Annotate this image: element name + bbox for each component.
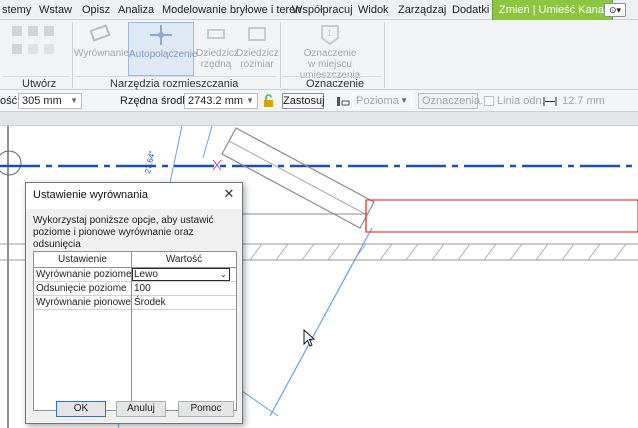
leader-label: Linia odn.	[497, 95, 545, 107]
apply-button[interactable]: Zastosuj	[282, 93, 325, 109]
chevron-down-icon: ▼	[246, 96, 254, 105]
grid-header-value: Wartość	[132, 252, 236, 268]
ribbon: Utwórz Wyrównanie Autopołączenie Dziedzi…	[0, 20, 638, 90]
tab-manage[interactable]: Zarządzaj	[398, 0, 446, 20]
justify-icon	[89, 24, 111, 42]
dimension-icon	[543, 97, 557, 106]
dialog-description: Wykorzystaj poniższe opcje, aby ustawić …	[33, 215, 214, 250]
create-tools	[6, 24, 64, 72]
dialog-body: Wykorzystaj poniższe opcje, aby ustawić …	[26, 209, 242, 423]
panel-label-create: Utwórz	[22, 78, 57, 90]
justify-button[interactable]: Wyrównanie	[74, 22, 129, 76]
offset-value: 2743.2 mm	[188, 95, 244, 107]
view-separator	[0, 112, 638, 126]
auto-connect-label: Autopołączenie	[129, 49, 198, 60]
tag-on-placement-label-line1: Oznaczenie	[303, 48, 357, 59]
row-setting: Wyrównanie poziome	[36, 269, 132, 280]
reference-line	[202, 126, 213, 159]
create-tools-icon	[12, 26, 54, 54]
tags-button-label: Oznaczenia...	[422, 95, 490, 107]
row-setting: Odsunięcie poziome	[36, 283, 127, 294]
auto-connect-button[interactable]: Autopołączenie	[128, 22, 198, 76]
row-value[interactable]: 100	[134, 282, 151, 295]
row-value[interactable]: Środek	[134, 296, 166, 309]
justify-label: Wyrównanie	[74, 48, 129, 59]
tag-orientation-value: Pozioma	[356, 95, 399, 107]
tags-button[interactable]: Oznaczenia...	[418, 93, 489, 109]
cancel-button[interactable]: Anuluj	[116, 401, 166, 417]
inherit-size-icon	[248, 27, 266, 41]
row-setting: Wyrównanie pionowe	[36, 297, 131, 308]
table-row[interactable]: Wyrównanie pionowe Środek	[34, 296, 236, 310]
tag-icon: 1	[321, 25, 339, 46]
tag-orientation-dropdown[interactable]: Pozioma ▼	[352, 93, 412, 109]
inherit-elevation-button[interactable]: Dziedzicz rzędną	[196, 22, 239, 76]
alignment-dialog: Ustawienie wyrównania ✕ Wykorzystaj poni…	[25, 182, 243, 424]
apply-label: Zastosuj	[283, 95, 325, 107]
lock-icon[interactable]	[263, 94, 275, 108]
tag-icon	[337, 97, 350, 106]
grid-bubble	[0, 150, 22, 176]
inherit-size-button[interactable]: Dziedzicz rozmiar	[236, 22, 279, 76]
width-dropdown[interactable]: 305 mm ▼	[18, 93, 82, 109]
chevron-down-icon[interactable]: ⊙▾	[604, 3, 626, 17]
inherit-elevation-label-line2: rzędną	[200, 59, 232, 70]
arrow-cursor-icon	[303, 328, 316, 347]
dialog-title: Ustawienie wyrównania	[33, 189, 148, 201]
ok-button[interactable]: OK	[56, 401, 106, 417]
auto-connect-icon	[150, 25, 172, 45]
tab-collaborate[interactable]: Współpracuj	[292, 0, 353, 20]
tab-insert[interactable]: Wstaw	[39, 0, 72, 20]
leader-checkbox[interactable]	[484, 96, 494, 106]
close-icon[interactable]: ✕	[222, 186, 236, 202]
tab-systems[interactable]: stemy	[2, 0, 31, 20]
row-value: Lewo	[134, 269, 158, 280]
ribbon-tab-bar: stemy Wstaw Opisz Analiza Modelowanie br…	[0, 0, 638, 20]
table-row[interactable]: Wyrównanie poziome Lewo ⌄	[34, 268, 236, 282]
tag-on-placement-button[interactable]: 1 Oznaczenie w miejscu umieszczenia	[282, 22, 378, 81]
tab-annotate[interactable]: Opisz	[82, 0, 110, 20]
tab-addins[interactable]: Dodatki	[452, 0, 489, 20]
placed-duct	[365, 199, 638, 233]
options-bar: ość: 305 mm ▼ Rzędna środka: 2743.2 mm ▼…	[0, 90, 638, 112]
panel-label-placement-tools: Narzędzia rozmieszczania	[110, 78, 239, 90]
width-value: 305 mm	[22, 95, 62, 107]
tab-modify-place-duct[interactable]: Zmień | Umieść Kanał	[492, 0, 614, 20]
settings-grid: Ustawienie Wartość Wyrównanie poziome Le…	[33, 251, 237, 411]
offset-dropdown[interactable]: 2743.2 mm ▼	[184, 93, 258, 109]
panel-label-tag: Oznaczenie	[306, 78, 365, 90]
dimension-text: 27.64°	[143, 150, 157, 175]
chevron-down-icon: ▼	[70, 96, 78, 105]
svg-text:1: 1	[327, 28, 332, 38]
tab-massing-site[interactable]: Modelowanie bryłowe i teren	[162, 0, 301, 20]
inherit-size-label-line2: rozmiar	[240, 59, 274, 70]
inherit-elevation-icon	[207, 29, 225, 39]
angled-duct-edge	[228, 140, 368, 216]
inherit-elevation-label-line1: Dziedzicz	[196, 48, 239, 59]
chevron-down-icon[interactable]: ⌄	[220, 268, 227, 281]
tab-view[interactable]: Widok	[358, 0, 389, 20]
table-row[interactable]: Odsunięcie poziome 100	[34, 282, 236, 296]
wall-hatch	[249, 243, 627, 261]
grid-header-setting: Ustawienie	[34, 252, 131, 268]
help-button[interactable]: Pomoc	[178, 401, 234, 417]
inherit-size-label-line1: Dziedzicz	[236, 48, 279, 59]
grid-column-divider	[131, 252, 132, 410]
tab-analyze[interactable]: Analiza	[118, 0, 154, 20]
leader-length-value: 12.7 mm	[562, 95, 605, 107]
chevron-down-icon: ▼	[400, 96, 408, 105]
